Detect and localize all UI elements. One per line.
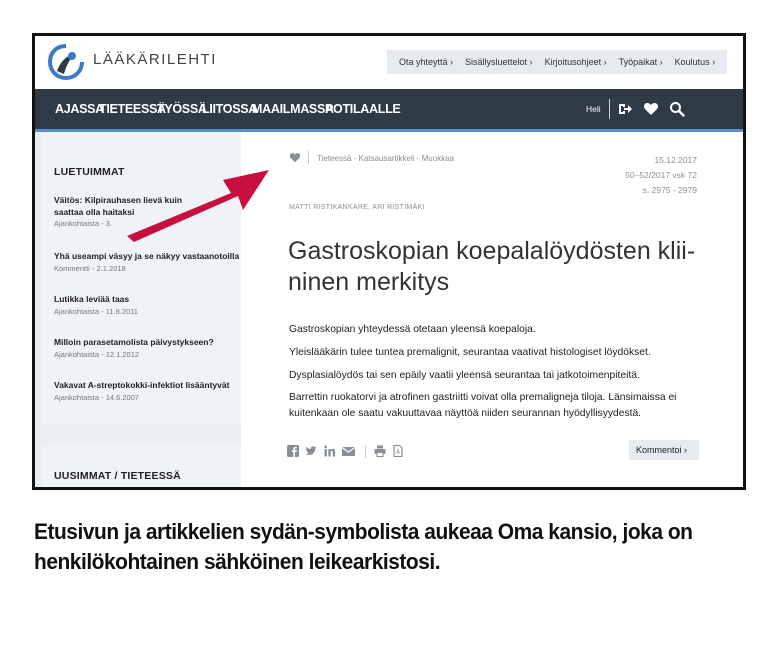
most-read-item-meta: Ajankohtaista - 11.8.2011 (54, 307, 138, 316)
article-main: Tieteessä - Katsausartikkeli - Muokkaa 1… (241, 132, 743, 487)
comment-button[interactable]: Kommentoi › (629, 440, 699, 460)
article-paragraph: Dysplasialöydös tai sen epäily vaatii yl… (289, 370, 640, 381)
most-read-item-headline[interactable]: Yhä useampi väsyy ja se näkyy vastaanoto… (54, 251, 239, 261)
print-icon[interactable] (374, 445, 386, 457)
share-divider (365, 445, 366, 458)
site-brand[interactable]: LÄÄKÄRILEHTI (93, 51, 217, 68)
screenshot-frame: LÄÄKÄRILEHTI Ota yhteyttä › Sisällysluet… (32, 33, 746, 490)
breadcrumb[interactable]: Tieteessä - Katsausartikkeli - Muokkaa (317, 154, 454, 163)
latest-title: UUSIMMAT / TIETEESSÄ (54, 470, 181, 482)
latest-panel: UUSIMMAT / TIETEESSÄ (41, 445, 241, 487)
article-date: 15.12.2017 (654, 155, 697, 165)
article-paragraph: Barrettin ruokatorvi ja atrofinen gastri… (289, 392, 677, 419)
lääkärilehti-logo-icon[interactable] (48, 44, 84, 80)
logout-icon[interactable] (617, 101, 633, 117)
email-icon[interactable] (342, 445, 355, 457)
article-title: Gastroskopian koepalalöydösten klii-nine… (288, 237, 696, 296)
most-read-item-headline[interactable]: Väitös: Kilpirauhasen lievä kuin (54, 195, 239, 205)
util-link-guidelines[interactable]: Kirjoitusohjeet › (545, 57, 607, 67)
article-pages: s. 2975 - 2979 (642, 185, 697, 195)
figure-caption: Etusivun ja artikkelien sydän-symbolista… (34, 519, 693, 574)
article-authors[interactable]: MATTI RISTIKANKARE, ARI RISTIMÄKI (289, 204, 425, 211)
sidebar: LUETUIMMAT Väitös: Kilpirauhasen lievä k… (35, 132, 241, 487)
heart-icon[interactable] (643, 101, 659, 117)
util-link-training[interactable]: Koulutus › (675, 57, 716, 67)
nav-item-ajassa[interactable]: AJASSA (55, 89, 104, 129)
nav-item-tyossa[interactable]: TYÖSSÄ (157, 89, 207, 129)
nav-item-maailmassa[interactable]: MAAILMASSA (252, 89, 334, 129)
util-link-contents[interactable]: Sisällysluettelot › (465, 57, 533, 67)
user-name[interactable]: Heli (586, 89, 601, 129)
nav-item-potilaalle[interactable]: POTILAALLE (325, 89, 401, 129)
article-issue: 50–52/2017 vsk 72 (625, 170, 697, 180)
most-read-item-headline-cont[interactable]: saattaa olla haitaksi (54, 207, 239, 217)
facebook-icon[interactable] (287, 445, 299, 457)
most-read-item-headline[interactable]: Milloin parasetamolista päivystykseen? (54, 337, 239, 347)
most-read-item-meta: Ajankohtaista - 12.1.2012 (54, 350, 140, 359)
most-read-item-meta: Kommentti - 2.1.2018 (54, 264, 126, 273)
nav-item-liitossa[interactable]: LIITOSSA (202, 89, 257, 129)
utility-nav: Ota yhteyttä › Sisällysluettelot › Kirjo… (387, 50, 728, 74)
util-link-jobs[interactable]: Työpaikat › (619, 57, 663, 67)
favorite-heart-icon[interactable] (289, 152, 301, 163)
most-read-item-meta: Ajankohtaista - 14.6.2007 (54, 393, 140, 402)
article-paragraph: Yleislääkärin tulee tuntea premalignit, … (289, 347, 651, 358)
article-paragraph: Gastroskopian yhteydessä otetaan yleensä… (289, 324, 536, 335)
site-header: LÄÄKÄRILEHTI Ota yhteyttä › Sisällysluet… (35, 36, 743, 89)
most-read-item-headline[interactable]: Vakavat A-streptokokki-infektiot lisäänt… (54, 380, 239, 390)
twitter-icon[interactable] (305, 445, 317, 457)
nav-item-tieteessa[interactable]: TIETEESSÄ (99, 89, 166, 129)
most-read-panel: LUETUIMMAT Väitös: Kilpirauhasen lievä k… (41, 132, 241, 424)
util-link-contact[interactable]: Ota yhteyttä › (399, 57, 453, 67)
most-read-title: LUETUIMMAT (54, 166, 125, 178)
breadcrumb-divider (308, 151, 309, 164)
main-nav: AJASSA TIETEESSÄ TYÖSSÄ LIITOSSA MAAILMA… (35, 89, 743, 129)
pdf-icon[interactable] (392, 445, 404, 457)
most-read-item-meta: Ajankohtaista - 3. (54, 219, 112, 228)
linkedin-icon[interactable] (324, 445, 336, 457)
search-icon[interactable] (669, 101, 685, 117)
nav-divider (609, 99, 610, 119)
most-read-item-headline[interactable]: Lutikka leviää taas (54, 294, 239, 304)
